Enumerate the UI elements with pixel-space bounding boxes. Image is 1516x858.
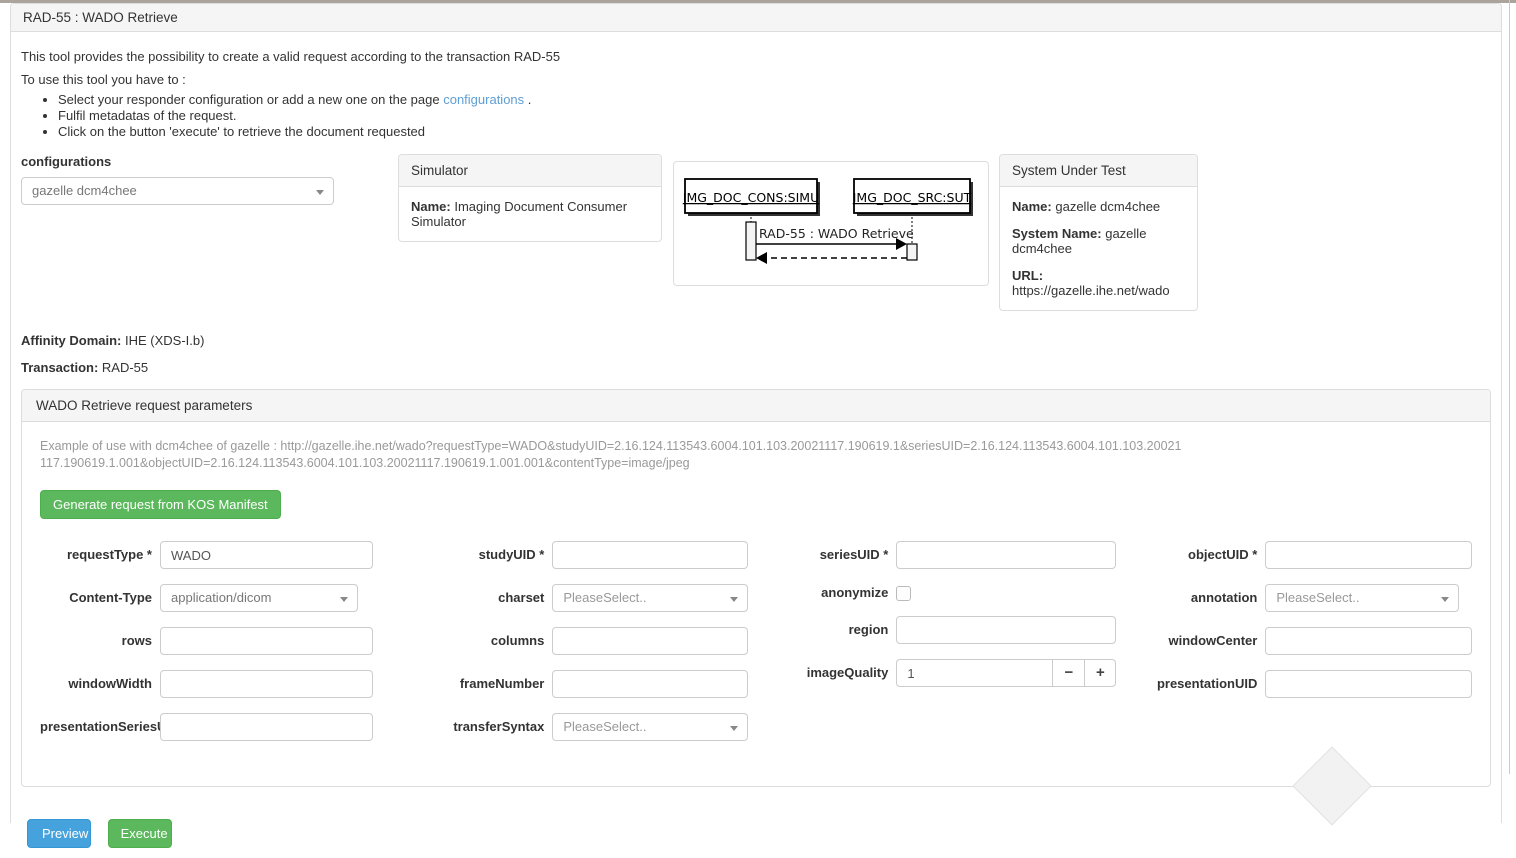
generate-kos-button[interactable]: Generate request from KOS Manifest xyxy=(40,490,281,519)
configuration-select[interactable]: gazelle dcm4chee xyxy=(21,177,334,205)
transferSyntax-label: transferSyntax xyxy=(403,720,552,734)
affinity-domain-label: Affinity Domain: xyxy=(21,333,121,348)
seriesUID-input[interactable] xyxy=(896,541,1116,569)
main-panel: RAD-55 : WADO Retrieve This tool provide… xyxy=(10,3,1502,823)
presentationSeriesUID-label: presentationSeriesUID xyxy=(40,720,160,734)
presentationUID-input[interactable] xyxy=(1265,670,1472,698)
simulator-name-label: Name: xyxy=(411,199,451,214)
chevron-down-icon xyxy=(340,597,348,602)
presentationUID-label: presentationUID xyxy=(1146,677,1265,691)
response-arrowhead xyxy=(756,252,767,264)
sequence-diagram-panel: IMG_DOC_CONS:SIMU IMG_DOC_SRC:SUT RAD-55… xyxy=(673,161,989,286)
requestType-label: requestType * xyxy=(40,548,160,562)
sut-url-value: https://gazelle.ihe.net/wado xyxy=(1012,283,1170,298)
transaction-value: RAD-55 xyxy=(98,360,148,375)
region-label: region xyxy=(778,623,896,637)
presentationSeriesUID-input[interactable] xyxy=(160,713,373,741)
contentType-select[interactable]: application/dicom xyxy=(160,584,358,612)
minus-button[interactable]: − xyxy=(1052,659,1084,687)
chevron-down-icon xyxy=(730,726,738,731)
bullet1-text: Select your responder configuration or a… xyxy=(58,92,443,107)
sut-url: URL: https://gazelle.ihe.net/wado xyxy=(1012,268,1185,298)
simulator-panel: Simulator Name: Imaging Document Consume… xyxy=(398,154,662,242)
requestType-input[interactable] xyxy=(160,541,373,569)
charset-label: charset xyxy=(403,591,552,605)
region-input[interactable] xyxy=(896,616,1116,644)
chevron-down-icon xyxy=(730,597,738,602)
windowWidth-label: windowWidth xyxy=(40,677,160,691)
studyUID-input[interactable] xyxy=(552,541,748,569)
anonymize-checkbox[interactable] xyxy=(896,586,911,601)
sut-name-label: Name: xyxy=(1012,199,1052,214)
actor-left-label: IMG_DOC_CONS:SIMU xyxy=(683,190,819,205)
objectUID-input[interactable] xyxy=(1265,541,1472,569)
configuration-selected-value: gazelle dcm4chee xyxy=(32,183,137,198)
chevron-down-icon xyxy=(1441,597,1449,602)
annotation-label: annotation xyxy=(1146,591,1265,605)
message-label: RAD-55 : WADO Retrieve xyxy=(759,226,914,241)
configurations-link[interactable]: configurations xyxy=(443,92,524,107)
sequence-diagram: IMG_DOC_CONS:SIMU IMG_DOC_SRC:SUT RAD-55… xyxy=(674,162,988,285)
bullet1-suffix: . xyxy=(524,92,531,107)
sut-system-name: System Name: gazelle dcm4chee xyxy=(1012,226,1185,256)
page-title: RAD-55 : WADO Retrieve xyxy=(11,4,1501,32)
objectUID-label: objectUID * xyxy=(1146,548,1265,562)
annotation-selected-value: PleaseSelect.. xyxy=(1276,590,1359,605)
windowCenter-input[interactable] xyxy=(1265,627,1472,655)
configurations-label: configurations xyxy=(21,154,334,169)
intro-line-2: To use this tool you have to : xyxy=(21,71,1491,88)
intro-bullet-3: Click on the button 'execute' to retriev… xyxy=(58,124,1491,140)
anonymize-label: anonymize xyxy=(778,586,896,600)
sut-system-label: System Name: xyxy=(1012,226,1102,241)
affinity-domain: Affinity Domain: IHE (XDS-I.b) xyxy=(21,333,1491,348)
rows-input[interactable] xyxy=(160,627,373,655)
charset-selected-value: PleaseSelect.. xyxy=(563,590,646,605)
affinity-domain-value: IHE (XDS-I.b) xyxy=(121,333,204,348)
sut-url-label: URL: xyxy=(1012,268,1043,283)
preview-button[interactable]: Preview xyxy=(27,819,91,848)
sut-name-value: gazelle dcm4chee xyxy=(1052,199,1160,214)
windowCenter-label: windowCenter xyxy=(1146,634,1265,648)
simulator-name: Name: Imaging Document Consumer Simulato… xyxy=(411,199,649,229)
columns-label: columns xyxy=(403,634,552,648)
intro-text: This tool provides the possibility to cr… xyxy=(21,48,1491,140)
frameNumber-input[interactable] xyxy=(552,670,748,698)
transaction: Transaction: RAD-55 xyxy=(21,360,1491,375)
activation-bar-right xyxy=(907,244,917,260)
intro-bullet-2: Fulfil metadatas of the request. xyxy=(58,108,1491,124)
columns-input[interactable] xyxy=(552,627,748,655)
transaction-label: Transaction: xyxy=(21,360,98,375)
plus-button[interactable]: + xyxy=(1084,659,1116,687)
sut-panel: System Under Test Name: gazelle dcm4chee… xyxy=(999,154,1198,311)
imageQuality-input[interactable] xyxy=(896,659,1052,687)
transferSyntax-selected-value: PleaseSelect.. xyxy=(563,719,646,734)
contentType-selected-value: application/dicom xyxy=(171,590,271,605)
simulator-panel-title: Simulator xyxy=(399,155,661,187)
activation-bar-left xyxy=(746,222,756,260)
execute-button[interactable]: Execute xyxy=(108,819,172,848)
contentType-label: Content-Type xyxy=(40,591,160,605)
actor-right-label: IMG_DOC_SRC:SUT xyxy=(853,190,972,205)
request-parameters-title: WADO Retrieve request parameters xyxy=(22,390,1490,422)
imageQuality-label: imageQuality xyxy=(778,666,896,680)
windowWidth-input[interactable] xyxy=(160,670,373,698)
transferSyntax-select[interactable]: PleaseSelect.. xyxy=(552,713,748,741)
imageQuality-stepper: − + xyxy=(896,659,1116,687)
example-text: Example of use with dcm4chee of gazelle … xyxy=(40,438,1185,472)
annotation-select[interactable]: PleaseSelect.. xyxy=(1265,584,1459,612)
sut-panel-title: System Under Test xyxy=(1000,155,1197,187)
charset-select[interactable]: PleaseSelect.. xyxy=(552,584,748,612)
request-parameters-panel: WADO Retrieve request parameters Example… xyxy=(21,389,1491,787)
intro-bullet-1: Select your responder configuration or a… xyxy=(58,92,1491,108)
intro-line-1: This tool provides the possibility to cr… xyxy=(21,48,1491,65)
seriesUID-label: seriesUID * xyxy=(778,548,896,562)
sut-name: Name: gazelle dcm4chee xyxy=(1012,199,1185,214)
rows-label: rows xyxy=(40,634,160,648)
studyUID-label: studyUID * xyxy=(403,548,552,562)
scrollbar[interactable] xyxy=(1509,0,1510,774)
chevron-down-icon xyxy=(316,190,324,195)
frameNumber-label: frameNumber xyxy=(403,677,552,691)
